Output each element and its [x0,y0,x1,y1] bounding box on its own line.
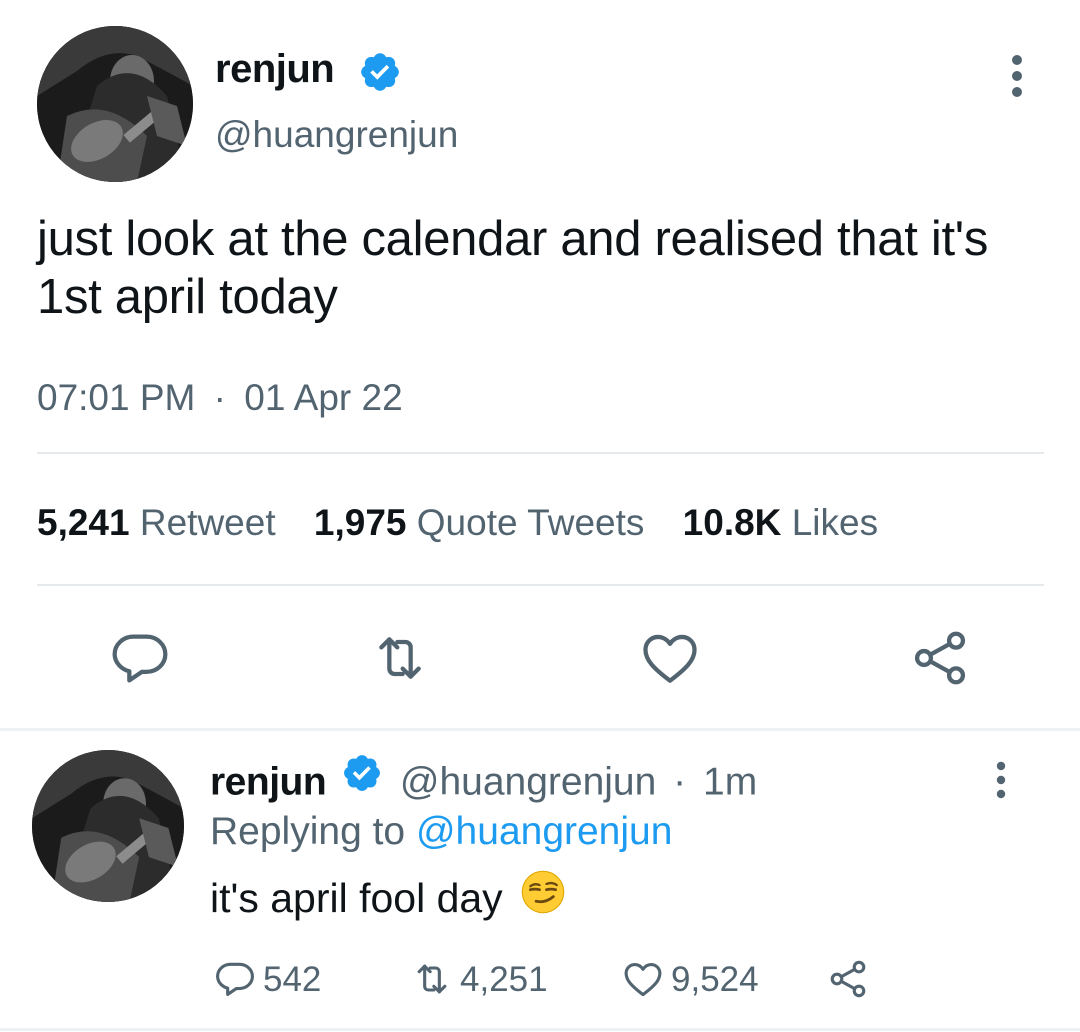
reply-handle[interactable]: @huangrenjun [400,760,656,803]
replying-label: Replying to [210,810,406,853]
verified-badge-icon [358,50,402,94]
tweet-time: 07:01 PM [37,377,196,418]
like-action[interactable]: 9,524 [621,956,759,1004]
like-icon [624,962,662,996]
tweet-date: 01 Apr 22 [244,377,403,418]
reply-icon[interactable] [108,626,172,690]
smirking-face-emoji-icon [520,869,566,928]
share-icon[interactable] [908,626,972,690]
retweet-label: Retweet [139,502,276,543]
likes-label: Likes [791,502,879,543]
handle[interactable]: @huangrenjun [215,112,458,158]
tweet-text: just look at the calendar and realised t… [37,212,989,324]
share-action[interactable] [826,956,876,1004]
retweet-count: 4,251 [460,960,548,999]
engagement-stats: 5,241 Retweet 1,975 Quote Tweets 10.8K L… [37,497,878,549]
reply-text: it's april fool day [210,875,503,921]
share-icon [830,960,866,997]
avatar-photo [37,26,193,182]
quote-label: Quote Tweets [416,502,645,543]
likes-count: 10.8K [682,502,782,543]
display-name[interactable]: renjun [215,44,335,94]
reply-display-name[interactable]: renjun [210,760,327,803]
quote-stat[interactable]: 1,975 Quote Tweets [314,502,655,543]
retweet-icon[interactable] [368,626,432,690]
reply-avatar[interactable] [32,750,184,902]
quote-count: 1,975 [313,502,407,543]
more-options-icon[interactable] [1002,52,1032,100]
like-count: 9,524 [671,960,759,999]
retweet-stat[interactable]: 5,241 Retweet [37,502,286,543]
verified-badge-icon [341,755,383,812]
retweet-action[interactable]: 4,251 [410,956,548,1004]
retweet-count: 5,241 [37,502,130,543]
replying-to-handle[interactable]: @huangrenjun [416,810,672,853]
like-icon[interactable] [638,626,702,690]
reply-icon [216,962,254,996]
more-options-icon[interactable] [989,760,1013,800]
section-divider [0,1028,1080,1031]
replying-to: Replying to @huangrenjun [210,806,672,858]
separator-dot: · [673,760,687,804]
timestamp[interactable]: 07:01 PM · 01 Apr 22 [37,373,403,423]
separator-dot: · [213,377,226,418]
divider [37,584,1044,586]
avatar-photo [32,750,184,902]
section-divider [0,728,1080,731]
reply-text-container: it's april fool day [210,869,566,931]
reply-header: renjun @huangrenjun · 1m [210,755,757,812]
divider [37,452,1044,454]
avatar[interactable] [37,26,193,182]
reply-age[interactable]: 1m [703,760,757,803]
likes-stat[interactable]: 10.8K Likes [683,502,878,543]
reply-action[interactable]: 542 [213,956,321,1004]
reply-count: 542 [263,960,322,999]
retweet-icon [417,964,447,994]
